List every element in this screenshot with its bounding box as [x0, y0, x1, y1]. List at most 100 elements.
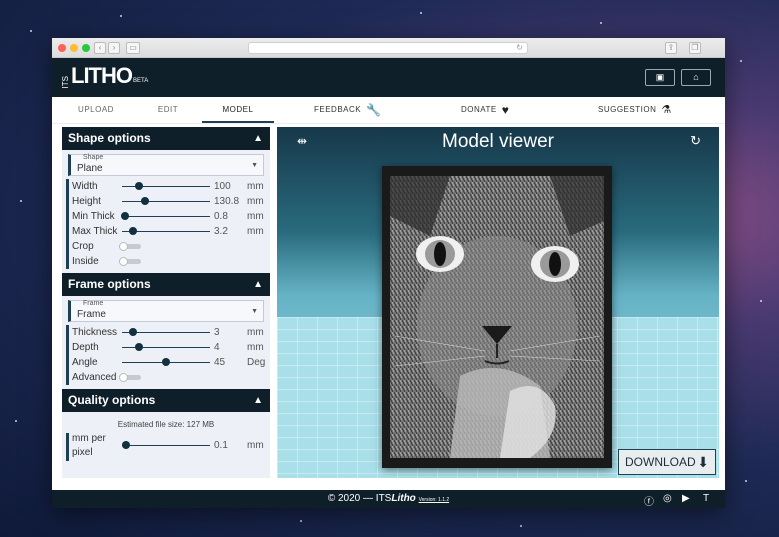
- lithophane-preview: [390, 176, 604, 458]
- tabs-icon[interactable]: ❐: [689, 42, 701, 54]
- shape-select-label: Shape: [83, 154, 104, 161]
- tab-upload[interactable]: UPLOAD: [66, 97, 126, 123]
- row-value: 4: [214, 342, 220, 353]
- row-unit: mm: [247, 211, 264, 222]
- frame-select[interactable]: Frame Frame ▼: [68, 300, 264, 322]
- slider-row: Angle 45 Deg: [66, 355, 270, 370]
- suggestion-link[interactable]: SUGGESTION ⚗: [598, 97, 672, 123]
- copyright-text: © 2020 — ITS: [327, 493, 392, 504]
- app-logo[interactable]: ITS LITHO BETA: [61, 63, 148, 89]
- slider-row: Width 100 mm: [66, 179, 270, 194]
- model-frame: [382, 166, 612, 468]
- slider-row: Min Thick 0.8 mm: [66, 209, 270, 224]
- sidebar-icon[interactable]: ▭: [126, 42, 140, 54]
- row-value: 100: [214, 181, 231, 192]
- toggle-switch[interactable]: [119, 242, 141, 251]
- close-dot[interactable]: [58, 44, 66, 52]
- slider-handle[interactable]: [162, 358, 170, 366]
- lightbulb-icon: ⚗: [661, 104, 672, 116]
- share-icon[interactable]: ⇪: [665, 42, 677, 54]
- row-label: mm per: [72, 433, 106, 444]
- refresh-icon[interactable]: ↻: [690, 133, 701, 149]
- download-label: DOWNLOAD: [625, 455, 696, 469]
- slider-handle[interactable]: [135, 343, 143, 351]
- slider-handle[interactable]: [135, 182, 143, 190]
- row-label: Inside: [72, 256, 99, 267]
- toggle-row: Crop: [66, 239, 270, 254]
- quality-options-header[interactable]: Quality options ▲: [62, 389, 270, 412]
- slider-handle[interactable]: [129, 227, 137, 235]
- shape-options-title: Shape options: [68, 131, 151, 145]
- tabs-bar: UPLOAD EDIT MODEL FEEDBACK 🔧 DONATE ♥ SU…: [52, 97, 725, 124]
- chevron-up-icon: ▲: [253, 279, 263, 290]
- slider-handle[interactable]: [129, 328, 137, 336]
- frame-select-label: Frame: [83, 300, 104, 307]
- slider-row: Thickness 3 mm: [66, 325, 270, 340]
- footer: © 2020 — ITSLitho Version: 1.1.2 ⓕ ◎ ▶ T: [52, 490, 725, 508]
- home-icon: ⌂: [693, 72, 699, 82]
- maximize-dot[interactable]: [82, 44, 90, 52]
- back-icon[interactable]: ‹: [94, 42, 106, 54]
- shape-options-header[interactable]: Shape options ▲: [62, 127, 270, 150]
- youtube-icon[interactable]: ▶: [682, 493, 690, 504]
- forward-icon[interactable]: ›: [108, 42, 120, 54]
- slider-handle[interactable]: [141, 197, 149, 205]
- feedback-link[interactable]: FEEDBACK 🔧: [314, 97, 382, 123]
- app-header: ITS LITHO BETA ▣ ⌂: [52, 58, 725, 97]
- mm-per-pixel-slider[interactable]: [122, 445, 210, 446]
- download-button[interactable]: DOWNLOAD ⬇: [618, 449, 716, 475]
- facebook-icon[interactable]: ⓕ: [644, 493, 654, 508]
- frame-select-value: Frame: [77, 309, 106, 320]
- donate-label: DONATE: [461, 105, 497, 114]
- slider-row: Depth 4 mm: [66, 340, 270, 355]
- logo-litho: LITHO: [71, 63, 133, 88]
- shape-select-value: Plane: [77, 163, 103, 174]
- row-unit: Deg: [247, 357, 266, 368]
- row-label: Advanced: [72, 372, 117, 383]
- shape-select[interactable]: Shape Plane ▼: [68, 154, 264, 176]
- save-button[interactable]: ▣: [645, 69, 675, 86]
- toggle-row: Advanced: [66, 370, 270, 385]
- row-label: Thickness: [72, 327, 118, 338]
- row-value: 3: [214, 327, 220, 338]
- row-label: Max Thick: [72, 226, 118, 237]
- frame-options-title: Frame options: [68, 277, 151, 291]
- address-bar[interactable]: ↻: [248, 42, 528, 54]
- model-viewer[interactable]: ⇹ Model viewer ↻ DOWNLOAD ⬇: [277, 127, 719, 478]
- toggle-switch[interactable]: [119, 257, 141, 266]
- viewer-title: Model viewer: [442, 131, 554, 152]
- frame-options-header[interactable]: Frame options ▲: [62, 273, 270, 296]
- mm-per-pixel-row: mm per pixel 0.1 mm: [66, 433, 270, 461]
- reload-icon[interactable]: ↻: [516, 43, 523, 52]
- donate-link[interactable]: DONATE ♥: [461, 97, 509, 123]
- slider-track[interactable]: [122, 201, 210, 202]
- brand-text: Litho: [391, 493, 416, 504]
- thingiverse-icon[interactable]: T: [703, 493, 709, 504]
- browser-chrome: ‹ › ▭ ↻ ⇪ ❐: [52, 38, 725, 58]
- cat-image: [390, 176, 604, 458]
- row-unit: mm: [247, 226, 264, 237]
- logo-its: ITS: [61, 75, 70, 88]
- slider-handle[interactable]: [121, 212, 129, 220]
- tab-edit[interactable]: EDIT: [138, 97, 198, 123]
- row-label: Angle: [72, 357, 98, 368]
- instagram-icon[interactable]: ◎: [663, 493, 672, 504]
- dropdown-arrow-icon: ▼: [251, 308, 258, 315]
- toggle-switch[interactable]: [119, 373, 141, 382]
- row-unit: mm: [247, 181, 264, 192]
- home-button[interactable]: ⌂: [681, 69, 711, 86]
- row-unit: mm: [247, 196, 264, 207]
- footer-copyright: © 2020 — ITSLitho Version: 1.1.2: [52, 493, 725, 504]
- dropdown-arrow-icon: ▼: [251, 162, 258, 169]
- estimated-file-size: Estimated file size: 127 MB: [117, 420, 215, 429]
- browser-window: ‹ › ▭ ↻ ⇪ ❐ ITS LITHO BETA ▣ ⌂ UPLOAD ED…: [52, 38, 725, 508]
- row-value: 45: [214, 357, 226, 368]
- slider-track[interactable]: [122, 216, 210, 217]
- minimize-dot[interactable]: [70, 44, 78, 52]
- quality-options-title: Quality options: [68, 393, 156, 407]
- slider-handle[interactable]: [122, 441, 130, 449]
- tab-model[interactable]: MODEL: [202, 97, 274, 123]
- wrench-icon: 🔧: [366, 103, 382, 117]
- row-unit: mm: [247, 342, 264, 353]
- version-link[interactable]: Version: 1.1.2: [419, 497, 450, 503]
